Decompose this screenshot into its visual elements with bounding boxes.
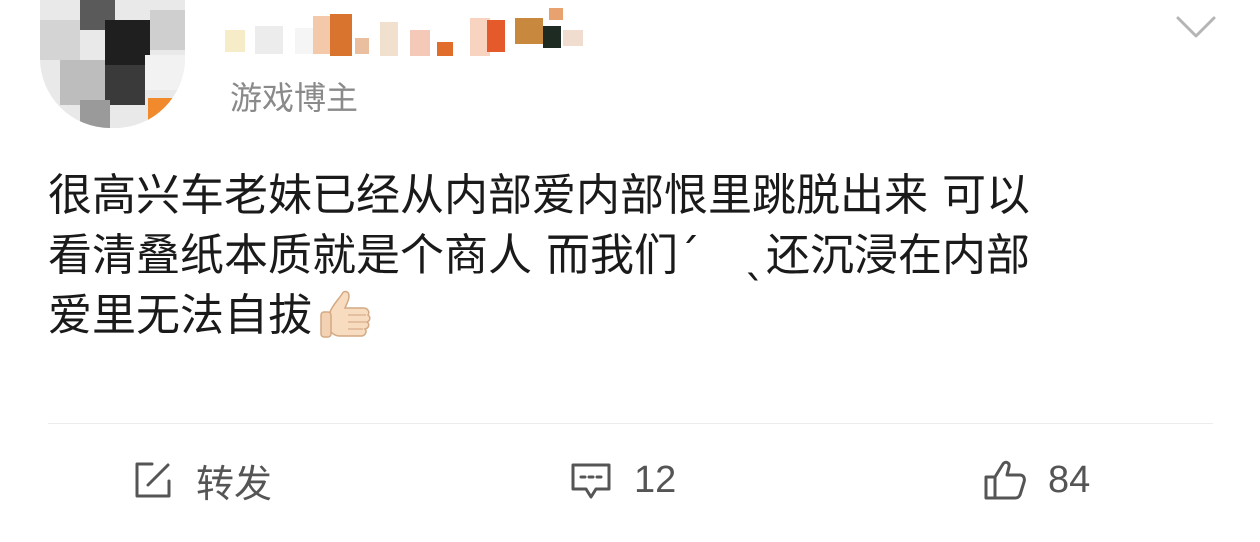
comment-count: 12 [634, 458, 677, 501]
chevron-down-icon[interactable] [1172, 8, 1220, 44]
post-text-line-content: 爱里无法自拔 [48, 290, 312, 341]
post-text-line: 爱里无法自拔 [48, 286, 1198, 346]
share-icon [130, 457, 176, 503]
comment-button[interactable]: 12 [568, 440, 676, 520]
thumbs-up-icon [318, 288, 380, 340]
post-text: 很高兴车老妹已经从内部爱内部恨里跳脱出来 可以 看清叠纸本质就是个商人 而我们ˊ… [48, 166, 1198, 346]
post-text-line: 很高兴车老妹已经从内部爱内部恨里跳脱出来 可以 [48, 170, 1030, 221]
username-redacted[interactable] [215, 8, 635, 68]
repost-button[interactable]: 转发 [130, 440, 272, 520]
post-card: 游戏博主 很高兴车老妹已经从内部爱内部恨里跳脱出来 可以 看清叠纸本质就是个商人… [0, 0, 1260, 542]
divider [48, 423, 1213, 424]
avatar[interactable] [40, 0, 185, 128]
like-button[interactable]: 84 [982, 440, 1090, 520]
thumbs-up-icon [982, 457, 1028, 503]
like-count: 84 [1048, 458, 1091, 501]
post-text-line: 看清叠纸本质就是个商人 而我们ˊ ˎ还沉浸在内部 [48, 230, 1030, 281]
verified-label: 游戏博主 [230, 79, 359, 117]
repost-label: 转发 [196, 463, 273, 506]
comment-icon [568, 457, 614, 503]
